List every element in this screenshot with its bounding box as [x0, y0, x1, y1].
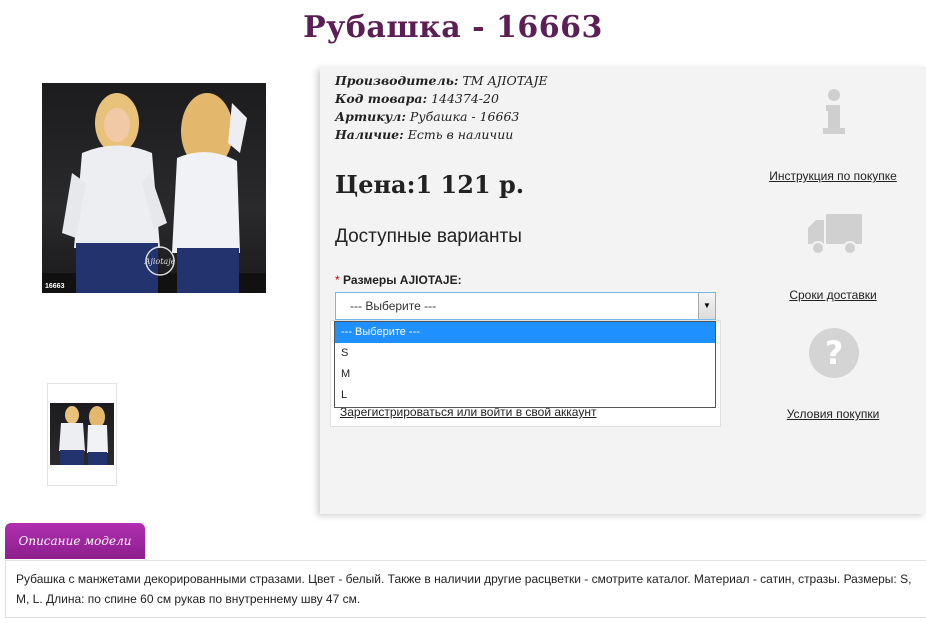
meta-article: Артикул: Рубашка - 16663 [335, 109, 520, 124]
purchase-instruction-link[interactable]: Инструкция по покупке [753, 169, 913, 183]
size-option-s[interactable]: S [335, 343, 715, 364]
size-label: * Размеры AJIOTAJE: [335, 273, 462, 287]
delivery-terms-link[interactable]: Сроки доставки [753, 288, 913, 302]
meta-manufacturer: Производитель: ТМ AJIOTAJE [335, 73, 548, 88]
product-photo-illustration: Ajiotaje [42, 93, 266, 293]
photo-sku-label: 16663 [45, 283, 65, 290]
svg-text:?: ? [825, 334, 844, 372]
product-thumbnail[interactable] [47, 383, 117, 486]
size-dropdown-list: --- Выберите --- S M L [334, 321, 716, 408]
tab-model-description[interactable]: Описание модели [5, 523, 145, 559]
purchase-terms-link[interactable]: Условия покупки [753, 407, 913, 421]
dropdown-arrow-icon[interactable]: ▼ [698, 293, 715, 319]
thumbnail-image [50, 403, 114, 465]
size-label-text: Размеры AJIOTAJE: [343, 273, 462, 287]
product-main-image[interactable]: Ajiotaje 16663 [42, 83, 266, 293]
required-mark: * [335, 273, 340, 287]
meta-product-code: Код товара: 144374-20 [335, 91, 499, 106]
truck-icon [806, 210, 864, 263]
description-text: Рубашка с манжетами декорированными стра… [16, 572, 912, 606]
size-option-m[interactable]: M [335, 364, 715, 385]
meta-availability: Наличие: Есть в наличии [335, 127, 514, 142]
info-icon [820, 88, 848, 141]
page-title: Рубашка - 16663 [303, 10, 603, 45]
size-option-l[interactable]: L [335, 385, 715, 406]
size-option-placeholder[interactable]: --- Выберите --- [335, 322, 715, 343]
size-select-value: --- Выберите --- [350, 299, 437, 313]
question-icon: ? [808, 327, 860, 384]
product-price: Цена:1 121 р. [335, 170, 525, 199]
svg-text:Ajiotaje: Ajiotaje [144, 257, 176, 266]
variants-heading: Доступные варианты [335, 226, 522, 247]
product-meta: Производитель: ТМ AJIOTAJE Код товара: 1… [335, 72, 548, 144]
size-select[interactable]: --- Выберите --- ▼ [335, 292, 716, 320]
